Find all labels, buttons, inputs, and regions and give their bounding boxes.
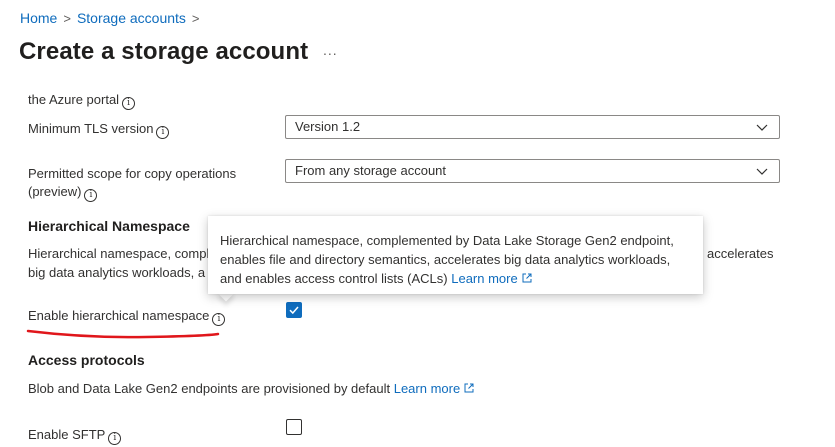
tls-version-label-text: Minimum TLS version: [28, 121, 154, 136]
enable-sftp-checkbox[interactable]: [286, 419, 302, 435]
azure-portal-label-text: the Azure portal: [28, 92, 120, 107]
tls-version-label: Minimum TLS version i: [28, 120, 170, 139]
tls-version-select[interactable]: Version 1.2: [285, 115, 780, 139]
learn-more-text: Learn more: [451, 271, 518, 286]
hierarchical-namespace-tooltip: Hierarchical namespace, complemented by …: [208, 216, 703, 294]
copy-scope-label: Permitted scope for copy operations (pre…: [28, 165, 236, 202]
tooltip-line1: Hierarchical namespace, complemented by …: [220, 233, 674, 248]
tooltip-line3: and enables access control lists (ACLs): [220, 271, 448, 286]
enable-sftp-label: Enable SFTP i: [28, 426, 122, 445]
enable-hierarchical-namespace-label-text: Enable hierarchical namespace: [28, 308, 210, 323]
hierarchical-desc-line1: Hierarchical namespace, compl: [28, 246, 210, 261]
hierarchical-namespace-description: Hierarchical namespace, compl big data a…: [28, 244, 209, 282]
access-protocols-desc-text: Blob and Data Lake Gen2 endpoints are pr…: [28, 381, 391, 396]
access-protocols-learn-more-link[interactable]: Learn more: [394, 381, 474, 396]
copy-scope-label-line1: Permitted scope for copy operations: [28, 166, 237, 181]
chevron-down-icon: [756, 124, 768, 131]
enable-sftp-label-text: Enable SFTP: [28, 427, 106, 442]
breadcrumb-separator: >: [63, 10, 71, 26]
checkmark-icon: [289, 306, 299, 315]
external-link-icon: [464, 383, 474, 393]
enable-hierarchical-namespace-checkbox[interactable]: [286, 302, 302, 318]
breadcrumb-storage-accounts-link[interactable]: Storage accounts: [77, 10, 186, 26]
copy-scope-value: From any storage account: [295, 163, 447, 178]
learn-more-text: Learn more: [393, 381, 461, 396]
red-underline-annotation: [26, 329, 220, 339]
hierarchical-namespace-heading: Hierarchical Namespace: [28, 218, 190, 234]
access-protocols-description: Blob and Data Lake Gen2 endpoints are pr…: [28, 379, 474, 398]
tooltip-learn-more-link[interactable]: Learn more: [451, 271, 532, 286]
info-icon[interactable]: i: [108, 432, 122, 445]
access-protocols-heading: Access protocols: [28, 352, 145, 368]
tooltip-line2: enables file and directory semantics, ac…: [220, 252, 671, 267]
info-icon[interactable]: i: [156, 126, 170, 139]
info-icon[interactable]: i: [84, 189, 98, 202]
info-icon[interactable]: i: [212, 313, 226, 326]
hierarchical-desc-line1-right: accelerates: [707, 246, 774, 261]
azure-portal-label: the Azure portal i: [28, 91, 136, 110]
external-link-icon: [522, 273, 532, 283]
tls-version-value: Version 1.2: [295, 119, 361, 134]
hierarchical-desc-line2: big data analytics workloads, a: [28, 265, 206, 280]
copy-scope-label-line2: (preview): [28, 184, 82, 199]
breadcrumb-home-link[interactable]: Home: [20, 10, 57, 26]
copy-scope-select[interactable]: From any storage account: [285, 159, 780, 183]
chevron-down-icon: [756, 168, 768, 175]
breadcrumb-separator: >: [191, 10, 200, 26]
enable-hierarchical-namespace-label: Enable hierarchical namespace i: [28, 307, 226, 326]
more-options-button[interactable]: ...: [323, 42, 338, 58]
info-icon[interactable]: i: [122, 97, 136, 110]
breadcrumb: Home > Storage accounts >: [20, 10, 200, 26]
page-title: Create a storage account: [19, 38, 309, 65]
